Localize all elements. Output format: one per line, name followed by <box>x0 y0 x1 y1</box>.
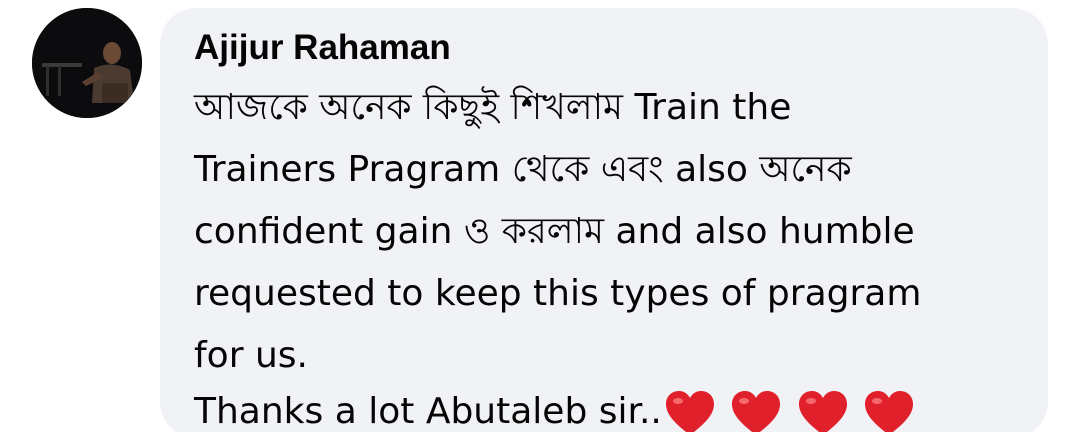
comment-last-line: Thanks a lot Abutaleb sir.. <box>194 384 1034 432</box>
heart-emoji-icon <box>798 391 847 432</box>
comment: Ajijur Rahaman আজকে অনেক কিছুই শিখলাম Tr… <box>0 0 1080 432</box>
avatar-photo <box>32 8 142 118</box>
comment-line: Thanks a lot Abutaleb sir.. <box>194 391 662 432</box>
comment-line: confident gain ও করলাম and also humble <box>194 211 915 252</box>
comment-line: আজকে অনেক কিছুই শিখলাম Train the <box>194 87 792 128</box>
avatar[interactable] <box>32 8 142 118</box>
heart-emoji-icon <box>665 391 714 432</box>
author-name[interactable]: Ajijur Rahaman <box>194 28 451 68</box>
heart-emoji-icon <box>865 391 914 432</box>
heart-emojis <box>664 385 918 432</box>
comment-text: আজকে অনেক কিছুই শিখলাম Train the Trainer… <box>194 80 1034 432</box>
comment-line: requested to keep this types of pragram <box>194 273 922 314</box>
comment-line: for us. <box>194 335 308 376</box>
comment-line: Trainers Pragram থেকে এবং also অনেক <box>194 149 852 190</box>
heart-emoji-icon <box>732 391 781 432</box>
